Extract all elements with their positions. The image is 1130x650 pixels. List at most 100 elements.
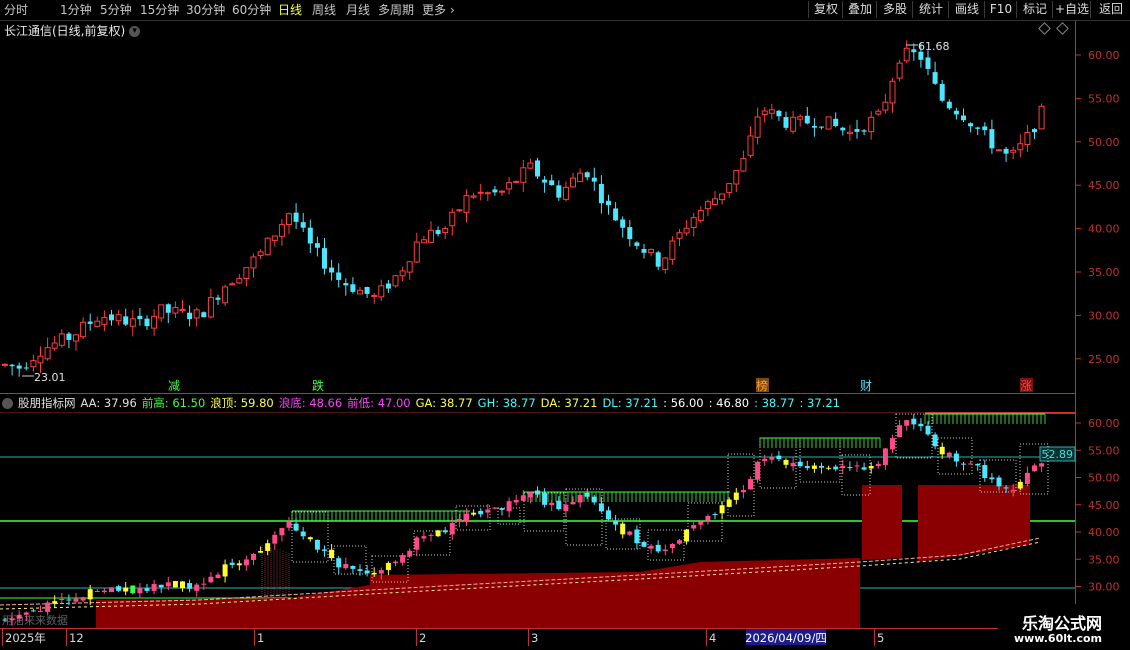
indicator-candle-body [975,463,981,466]
candle-body [704,201,711,210]
indicator-candle-body [180,581,185,589]
candle-body [747,135,754,156]
candle-body [300,222,306,228]
indicator-candle-body [201,583,207,585]
price-tick-label: 45.00 [1088,179,1120,192]
indicator-value-1: 前高: 61.50 [141,396,206,410]
indicator-candle-body [144,588,150,591]
candle-body [73,334,79,342]
candle-body [584,172,590,178]
candle-body [712,198,718,205]
candle-body [229,283,236,286]
indicator-candle-body [1017,481,1023,489]
candle-body [271,235,278,241]
candle-body [527,162,534,169]
candle-body [946,101,952,109]
candle-body [889,80,896,104]
candle-body [562,186,569,200]
indicator-candle-body [804,466,810,469]
indicator-name[interactable]: 股朋指标网 [18,396,76,410]
indicator-candle-body [137,588,143,594]
event-marker-2: 榜 [756,378,768,393]
candle-body [676,232,683,239]
indicator-candle-body [478,510,484,515]
candle-body [293,212,299,222]
date-label-5: 4 [709,631,716,645]
date-label-4: 3 [531,631,538,645]
indicator-candle-body [101,590,107,593]
indicator-tick-label: 45.00 [1088,499,1120,512]
candle-body [193,309,200,319]
candle-body [754,116,761,138]
candle-body [854,129,860,132]
candle-body [896,62,903,79]
price-tick-label: 30.00 [1088,309,1120,322]
indicator-candle-body [329,549,335,559]
candle-body [790,116,797,132]
indicator-candle-body [939,446,945,455]
indicator-candle-body [1010,489,1016,491]
wave-box [687,502,723,542]
indicator-candle-body [251,553,256,560]
candle-body [598,183,604,204]
indicator-candle-body [158,584,164,588]
candle-body [392,275,399,287]
indicator-candle-body [620,523,626,535]
candle-body [975,127,981,129]
candle-body [399,270,406,277]
indicator-candle-body [300,531,306,537]
indicator-candle-body [847,467,853,469]
indicator-candle-body [868,466,874,469]
indicator-candle-body [1032,465,1037,472]
indicator-candle-body [833,466,839,470]
candle-body [1024,131,1031,145]
indicator-candle-body [797,461,803,467]
indicator-candle-body [953,453,959,462]
chart-area[interactable]: 60.00 55.00 50.00 45.00 40.00 35.00 30.00 25.00… [0,0,1130,650]
indicator-candle-body [94,591,100,593]
candle-body [882,101,889,111]
candle-body [1003,148,1009,154]
indicator-candle-body [357,569,363,571]
indicator-candle-body [428,534,434,536]
indicator-menu-icon[interactable] [2,398,13,409]
candle-body [903,47,910,62]
candle-body [477,191,484,194]
candle-body [513,180,520,183]
candle-body [811,125,817,128]
indicator-value-9: : 56.00 [663,396,704,410]
indicator-candle-body [918,423,924,427]
candle-body [336,272,342,280]
candle-body [463,195,470,213]
indicator-candle-body [556,500,562,510]
candle-body [371,294,378,297]
indicator-candle-body [563,504,569,512]
indicator-candle-body [712,514,718,516]
price-tick-label: 35.00 [1088,266,1120,279]
candle-body [690,217,697,228]
indicator-candle-body [840,465,846,468]
candle-body [556,185,562,198]
wave-box [455,505,491,531]
candle-body [123,316,129,325]
indicator-candle-body [506,501,512,512]
indicator-candle-body [187,583,193,589]
indicator-candle-body [87,589,93,600]
indicator-candle-body [73,598,79,602]
date-label-2: 1 [257,631,264,645]
candle-body [37,355,44,364]
candle-body [591,177,597,182]
high-annotation: 61.68 [918,40,950,53]
candle-body [222,286,229,304]
indicator-candle-body [343,563,349,569]
indicator-candle-body [393,561,398,564]
indicator-candle-body [513,499,519,503]
candle-body [151,315,158,329]
indicator-value-5: GA: 38.77 [415,396,473,410]
candle-body [329,267,335,273]
indicator-value-0: AA: 37.96 [80,396,137,410]
indicator-candle-body [755,461,761,480]
price-tick-label: 55.00 [1088,92,1120,105]
candle-body [201,312,207,318]
event-marker-1: 跌 [312,378,324,393]
